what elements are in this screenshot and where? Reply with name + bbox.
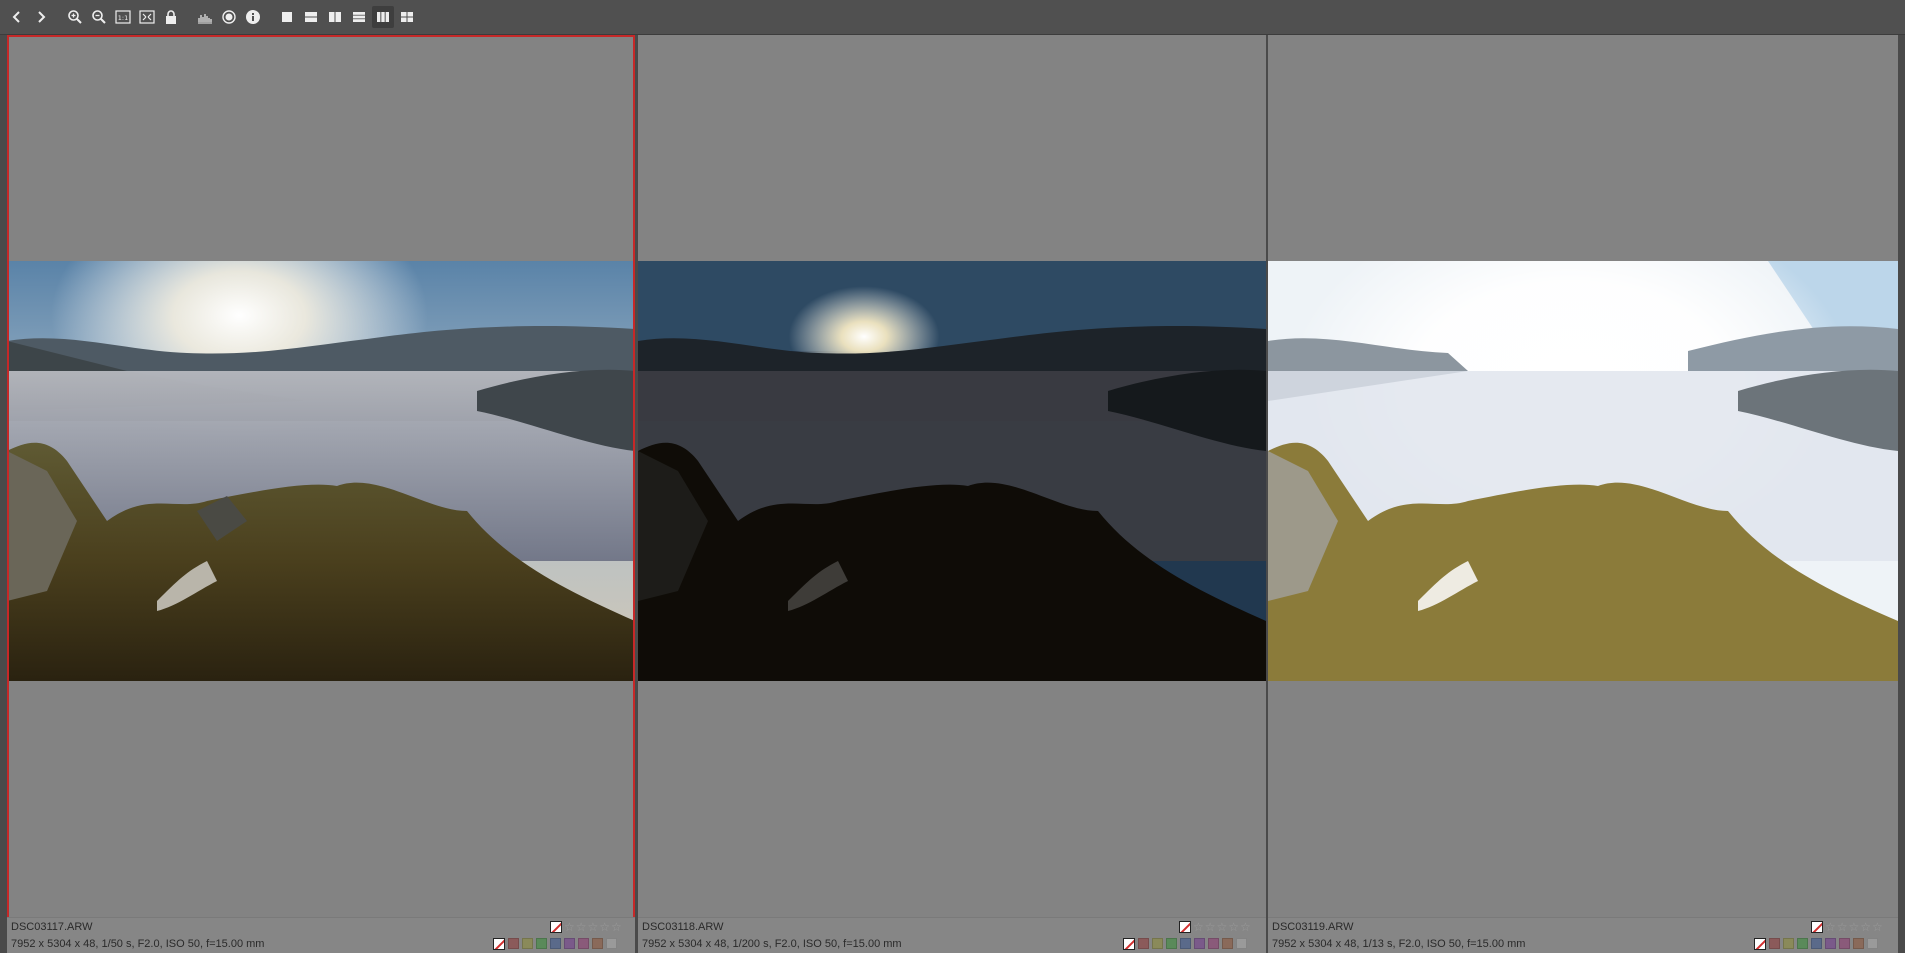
image-filename: DSC03118.ARW	[642, 921, 724, 933]
color-label-yellow[interactable]	[1783, 938, 1794, 949]
info-button[interactable]	[242, 6, 264, 28]
chevron-left-icon	[12, 11, 20, 23]
one-to-one-icon: 1:1	[115, 10, 131, 24]
layout-grid-icon	[401, 12, 413, 22]
color-label-swatches	[508, 938, 620, 949]
color-label-orange[interactable]	[1222, 938, 1233, 949]
image-pane[interactable]: DSC03119.ARW 7952 x 5304 x 48, 1/13 s, F…	[1268, 35, 1898, 953]
zoom-in-button[interactable]	[64, 6, 86, 28]
photo-landscape[interactable]	[1268, 261, 1898, 681]
rating-stars[interactable]: ☆☆☆☆☆	[564, 920, 623, 934]
color-label-purple[interactable]	[1194, 938, 1205, 949]
color-label-green[interactable]	[1797, 938, 1808, 949]
color-label-swatches	[1769, 938, 1881, 949]
lock-icon	[166, 10, 176, 24]
color-label-purple[interactable]	[564, 938, 575, 949]
color-label-blue[interactable]	[1811, 938, 1822, 949]
color-label-magenta[interactable]	[1839, 938, 1850, 949]
toolbar-separator	[266, 6, 276, 28]
zoom-out-button[interactable]	[88, 6, 110, 28]
chevron-right-icon	[38, 11, 46, 23]
rating-stars[interactable]: ☆☆☆☆☆	[1193, 920, 1252, 934]
layout-2v-icon	[329, 12, 341, 22]
color-label-swatches	[1138, 938, 1250, 949]
zoom-out-icon	[92, 10, 106, 24]
clear-label-icon[interactable]	[493, 938, 505, 950]
zoom-100-button[interactable]: 1:1	[112, 6, 134, 28]
color-label-blue[interactable]	[550, 938, 561, 949]
viewer-toolbar: 1:1	[0, 0, 1905, 35]
image-filename: DSC03117.ARW	[11, 921, 93, 933]
image-pane[interactable]: DSC03117.ARW 7952 x 5304 x 48, 1/50 s, F…	[7, 35, 635, 953]
color-label-orange[interactable]	[592, 938, 603, 949]
color-label-gray[interactable]	[606, 938, 617, 949]
color-label-purple[interactable]	[1825, 938, 1836, 949]
color-label-green[interactable]	[1166, 938, 1177, 949]
image-info-bar: DSC03118.ARW 7952 x 5304 x 48, 1/200 s, …	[638, 917, 1266, 953]
toolbar-separator	[54, 6, 64, 28]
reject-flag-icon[interactable]	[1811, 921, 1823, 933]
prev-button[interactable]	[6, 6, 28, 28]
color-label-blue[interactable]	[1180, 938, 1191, 949]
image-info-bar: DSC03117.ARW 7952 x 5304 x 48, 1/50 s, F…	[7, 917, 635, 953]
color-label-yellow[interactable]	[1152, 938, 1163, 949]
histogram-icon	[198, 14, 212, 24]
photo-landscape[interactable]	[638, 261, 1266, 681]
layout-2-vertical-button[interactable]	[324, 6, 346, 28]
color-label-red[interactable]	[1769, 938, 1780, 949]
color-label-red[interactable]	[1138, 938, 1149, 949]
layout-3-horizontal-button[interactable]	[348, 6, 370, 28]
compare-viewer: DSC03117.ARW 7952 x 5304 x 48, 1/50 s, F…	[0, 35, 1905, 953]
color-label-yellow[interactable]	[522, 938, 533, 949]
layout-2-horizontal-button[interactable]	[300, 6, 322, 28]
reject-flag-icon[interactable]	[1179, 921, 1191, 933]
color-label-orange[interactable]	[1853, 938, 1864, 949]
color-label-magenta[interactable]	[1208, 938, 1219, 949]
next-button[interactable]	[30, 6, 52, 28]
image-filename: DSC03119.ARW	[1272, 921, 1354, 933]
photo-landscape[interactable]	[7, 261, 635, 681]
svg-text:1:1: 1:1	[118, 14, 128, 22]
histogram-button[interactable]	[194, 6, 216, 28]
layout-3-vertical-button[interactable]	[372, 6, 394, 28]
toolbar-separator	[184, 6, 194, 28]
lock-button[interactable]	[160, 6, 182, 28]
color-label-gray[interactable]	[1236, 938, 1247, 949]
clear-label-icon[interactable]	[1754, 938, 1766, 950]
clear-label-icon[interactable]	[1123, 938, 1135, 950]
image-metadata: 7952 x 5304 x 48, 1/50 s, F2.0, ISO 50, …	[11, 938, 265, 950]
layout-3v-icon	[377, 12, 389, 22]
color-label-green[interactable]	[536, 938, 547, 949]
layout-3h-icon	[353, 12, 365, 22]
info-icon	[246, 10, 260, 24]
image-pane[interactable]: DSC03118.ARW 7952 x 5304 x 48, 1/200 s, …	[638, 35, 1266, 953]
layout-single-button[interactable]	[276, 6, 298, 28]
color-label-gray[interactable]	[1867, 938, 1878, 949]
reject-flag-icon[interactable]	[550, 921, 562, 933]
layout-grid-button[interactable]	[396, 6, 418, 28]
focus-button[interactable]	[218, 6, 240, 28]
layout-2h-icon	[305, 12, 317, 22]
zoom-in-icon	[68, 10, 82, 24]
image-metadata: 7952 x 5304 x 48, 1/200 s, F2.0, ISO 50,…	[642, 938, 902, 950]
image-metadata: 7952 x 5304 x 48, 1/13 s, F2.0, ISO 50, …	[1272, 938, 1526, 950]
rating-stars[interactable]: ☆☆☆☆☆	[1825, 920, 1884, 934]
color-label-red[interactable]	[508, 938, 519, 949]
fit-screen-icon	[139, 10, 155, 24]
color-label-magenta[interactable]	[578, 938, 589, 949]
image-info-bar: DSC03119.ARW 7952 x 5304 x 48, 1/13 s, F…	[1268, 917, 1898, 953]
focus-icon	[222, 10, 236, 24]
layout-single-icon	[282, 12, 292, 22]
fit-button[interactable]	[136, 6, 158, 28]
